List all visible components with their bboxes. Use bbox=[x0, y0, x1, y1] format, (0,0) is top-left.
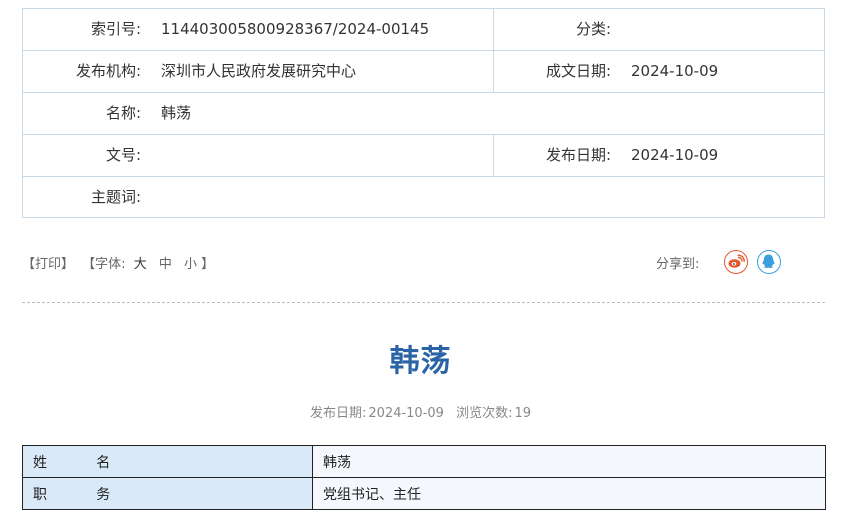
article-tools: 【打印】 【字体: 大 中 小 】 bbox=[22, 253, 214, 272]
font-large-link[interactable]: 大 bbox=[134, 253, 147, 272]
subject-label: 主题词: bbox=[90, 188, 141, 206]
article-meta: 发布日期: 2024-10-09 浏览次数: 19 bbox=[0, 402, 841, 421]
position-key-label: 职 务 bbox=[33, 486, 133, 503]
publisher-value: 深圳市人民政府发展研究中心 bbox=[161, 62, 357, 80]
meta-row-docno: 文号: 发布日期: 2024-10-09 bbox=[23, 135, 824, 177]
views-label: 浏览次数: bbox=[456, 406, 513, 421]
font-small-link[interactable]: 小 bbox=[184, 253, 197, 272]
table-key: 姓 名 bbox=[22, 445, 313, 478]
document-metadata-table: 索引号: 114403005800928367/2024-00145 分类: 发… bbox=[22, 8, 825, 218]
name-key-label: 姓 名 bbox=[33, 454, 133, 471]
profile-table: 姓 名 韩荡 职 务 党组书记、主任 bbox=[22, 445, 826, 510]
font-size-open: 【字体: bbox=[82, 257, 126, 272]
table-row: 职 务 党组书记、主任 bbox=[22, 477, 826, 510]
name-value: 韩荡 bbox=[161, 104, 192, 122]
weibo-icon[interactable] bbox=[724, 250, 748, 274]
meta-row-name: 名称: 韩荡 bbox=[23, 93, 824, 135]
font-size-close: 】 bbox=[201, 257, 215, 272]
docno-label: 文号: bbox=[105, 146, 141, 164]
index-label: 索引号: bbox=[90, 20, 141, 38]
section-divider bbox=[22, 302, 825, 303]
table-value: 党组书记、主任 bbox=[312, 477, 826, 510]
font-medium-link[interactable]: 中 bbox=[159, 253, 172, 272]
article-title: 韩荡 bbox=[389, 344, 452, 379]
created-date-value: 2024-10-09 bbox=[631, 62, 719, 80]
qq-icon[interactable] bbox=[757, 250, 781, 274]
meta-row-subject: 主题词: bbox=[23, 177, 824, 219]
meta-row-index: 索引号: 114403005800928367/2024-00145 分类: bbox=[23, 9, 824, 51]
share-label: 分享到: bbox=[656, 257, 700, 272]
created-date-label: 成文日期: bbox=[545, 62, 611, 80]
index-value: 114403005800928367/2024-00145 bbox=[161, 20, 430, 38]
table-row: 姓 名 韩荡 bbox=[22, 445, 826, 478]
views-count: 19 bbox=[514, 406, 532, 421]
print-link[interactable]: 【打印】 bbox=[22, 253, 74, 272]
published-date-label: 发布日期: bbox=[545, 146, 611, 164]
meta-row-publisher: 发布机构: 深圳市人民政府发展研究中心 成文日期: 2024-10-09 bbox=[23, 51, 824, 93]
publisher-label: 发布机构: bbox=[75, 62, 141, 80]
name-label: 名称: bbox=[105, 104, 141, 122]
published-date-value: 2024-10-09 bbox=[631, 146, 719, 164]
table-key: 职 务 bbox=[22, 477, 313, 510]
category-label: 分类: bbox=[575, 20, 611, 38]
publish-date-label: 发布日期: bbox=[309, 406, 367, 421]
publish-date-value: 2024-10-09 bbox=[368, 406, 444, 421]
table-value: 韩荡 bbox=[312, 445, 826, 478]
